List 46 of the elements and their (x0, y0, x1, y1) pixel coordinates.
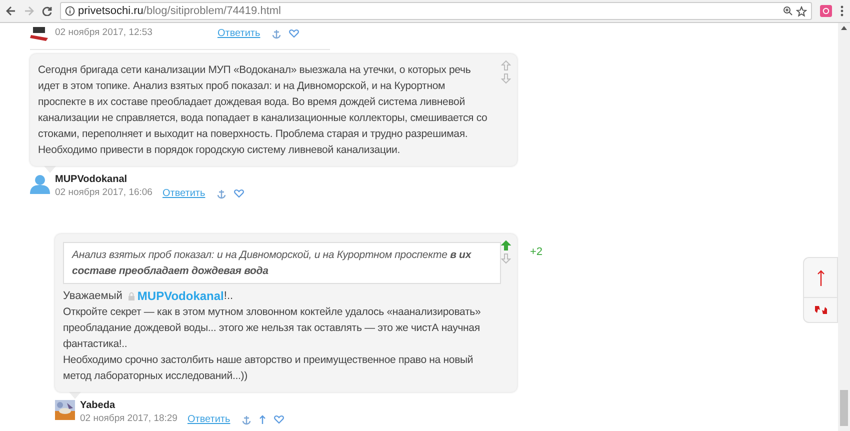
url-path: /blog/sitiproblem/74419.html (143, 4, 281, 19)
quote-text: Анализ взятых проб показал: и на Дивноморской, и на Курортном проспекте в их составе преобладает дождевая вода (72, 248, 472, 279)
greeting-text: !.. (224, 289, 234, 304)
heart-icon[interactable] (234, 189, 244, 198)
lock-icon (128, 292, 136, 300)
anchor-icon[interactable] (242, 414, 252, 424)
heart-icon[interactable] (274, 415, 284, 424)
menu-icon[interactable] (840, 5, 844, 17)
comment-date: 02 ноября 2017, 12:53 (55, 26, 152, 40)
url-host: privetsochi.ru (78, 4, 144, 19)
anchor-icon[interactable] (217, 188, 226, 198)
reply-link[interactable]: Ответить (217, 26, 260, 41)
comment-date: 02 ноября 2017, 18:29 (80, 412, 178, 426)
scroll-top-icon[interactable] (816, 270, 824, 286)
author-name[interactable]: Yabeda (80, 400, 284, 412)
reload-icon[interactable] (42, 6, 52, 16)
greeting-text: Уважаемый (63, 289, 122, 304)
comment-text: Откройте секрет — как в этом мутном зловонном коктейле удалось «наанализировать» преобладание дождевой воды... этого же нельзя так оставлять — это же чистА научная фантастика!.. (63, 305, 482, 352)
comment-date: 02 ноября 2017, 16:06 (55, 186, 152, 200)
heart-icon[interactable] (289, 29, 300, 38)
info-icon[interactable] (65, 6, 75, 16)
forward-icon[interactable] (24, 6, 34, 16)
anchor-icon[interactable] (272, 28, 282, 38)
address-field[interactable]: privetsochi.ru/blog/sitiproblem/74419.html (60, 2, 812, 20)
zoom-icon[interactable] (783, 6, 793, 16)
extension-icon[interactable] (820, 5, 832, 17)
reply-link[interactable]: Ответить (162, 186, 206, 201)
user-link[interactable]: MUPVodokanal (137, 288, 224, 304)
scrollbar[interactable] (838, 23, 850, 431)
author-name[interactable]: MUPVodokanal (55, 174, 244, 186)
vote-count: +2 (530, 245, 543, 260)
upvote-icon[interactable] (501, 240, 511, 251)
comment-text: Сегодня бригада сети канализации МУП «Водоканал» выезжала на утечки, о которых речь идет в этом топике. Анализ взятых проб показал: и на Дивноморской, и на Курортном проспекте в их составе преобладает дождевая вода. Во время дождей система ливневой канализации не справляется, вода попадает в канализационные коллекторы, смешивается со стоками, переполняет и выходит на поверхность. Проблема старая и трудно разрешимая. Необходимо привести в порядок городскую систему ливневой канализации. (38, 63, 488, 158)
scroll-up-icon[interactable] (841, 26, 847, 30)
star-icon[interactable] (796, 6, 807, 16)
refresh-icon[interactable] (814, 304, 828, 316)
upvote-icon[interactable] (501, 60, 511, 71)
downvote-icon[interactable] (501, 73, 511, 84)
scrollbar-thumb[interactable] (840, 390, 848, 426)
avatar-icon (30, 174, 50, 194)
downvote-icon[interactable] (501, 253, 511, 264)
comment-text: Необходимо срочно застолбить наше авторство и преимущественное право на новый метод лабораторных исследований...)) (63, 353, 474, 384)
reply-link[interactable]: Ответить (187, 412, 230, 427)
up-arrow-icon[interactable] (259, 414, 266, 424)
avatar-icon (30, 26, 50, 40)
back-icon[interactable] (6, 6, 16, 16)
